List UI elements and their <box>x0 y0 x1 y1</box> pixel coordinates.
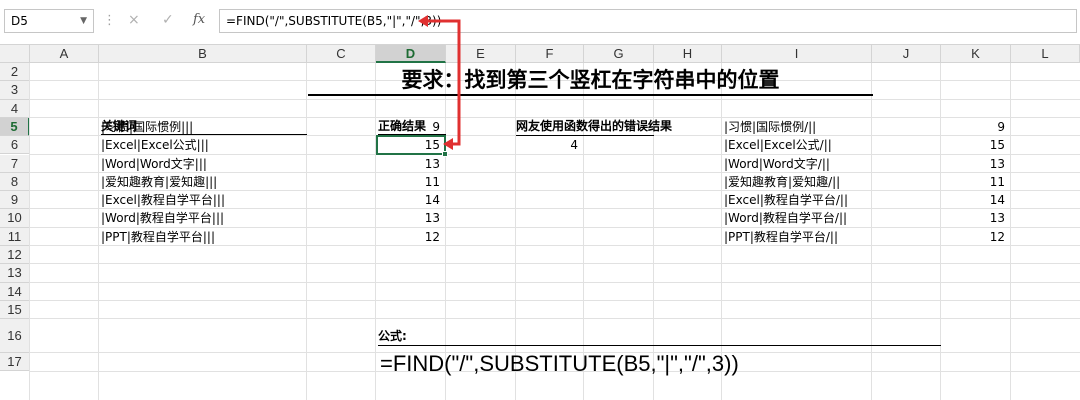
arrow-head-icon <box>443 138 453 150</box>
arrow-head-icon <box>418 15 428 27</box>
arrow-annotation <box>418 15 461 150</box>
